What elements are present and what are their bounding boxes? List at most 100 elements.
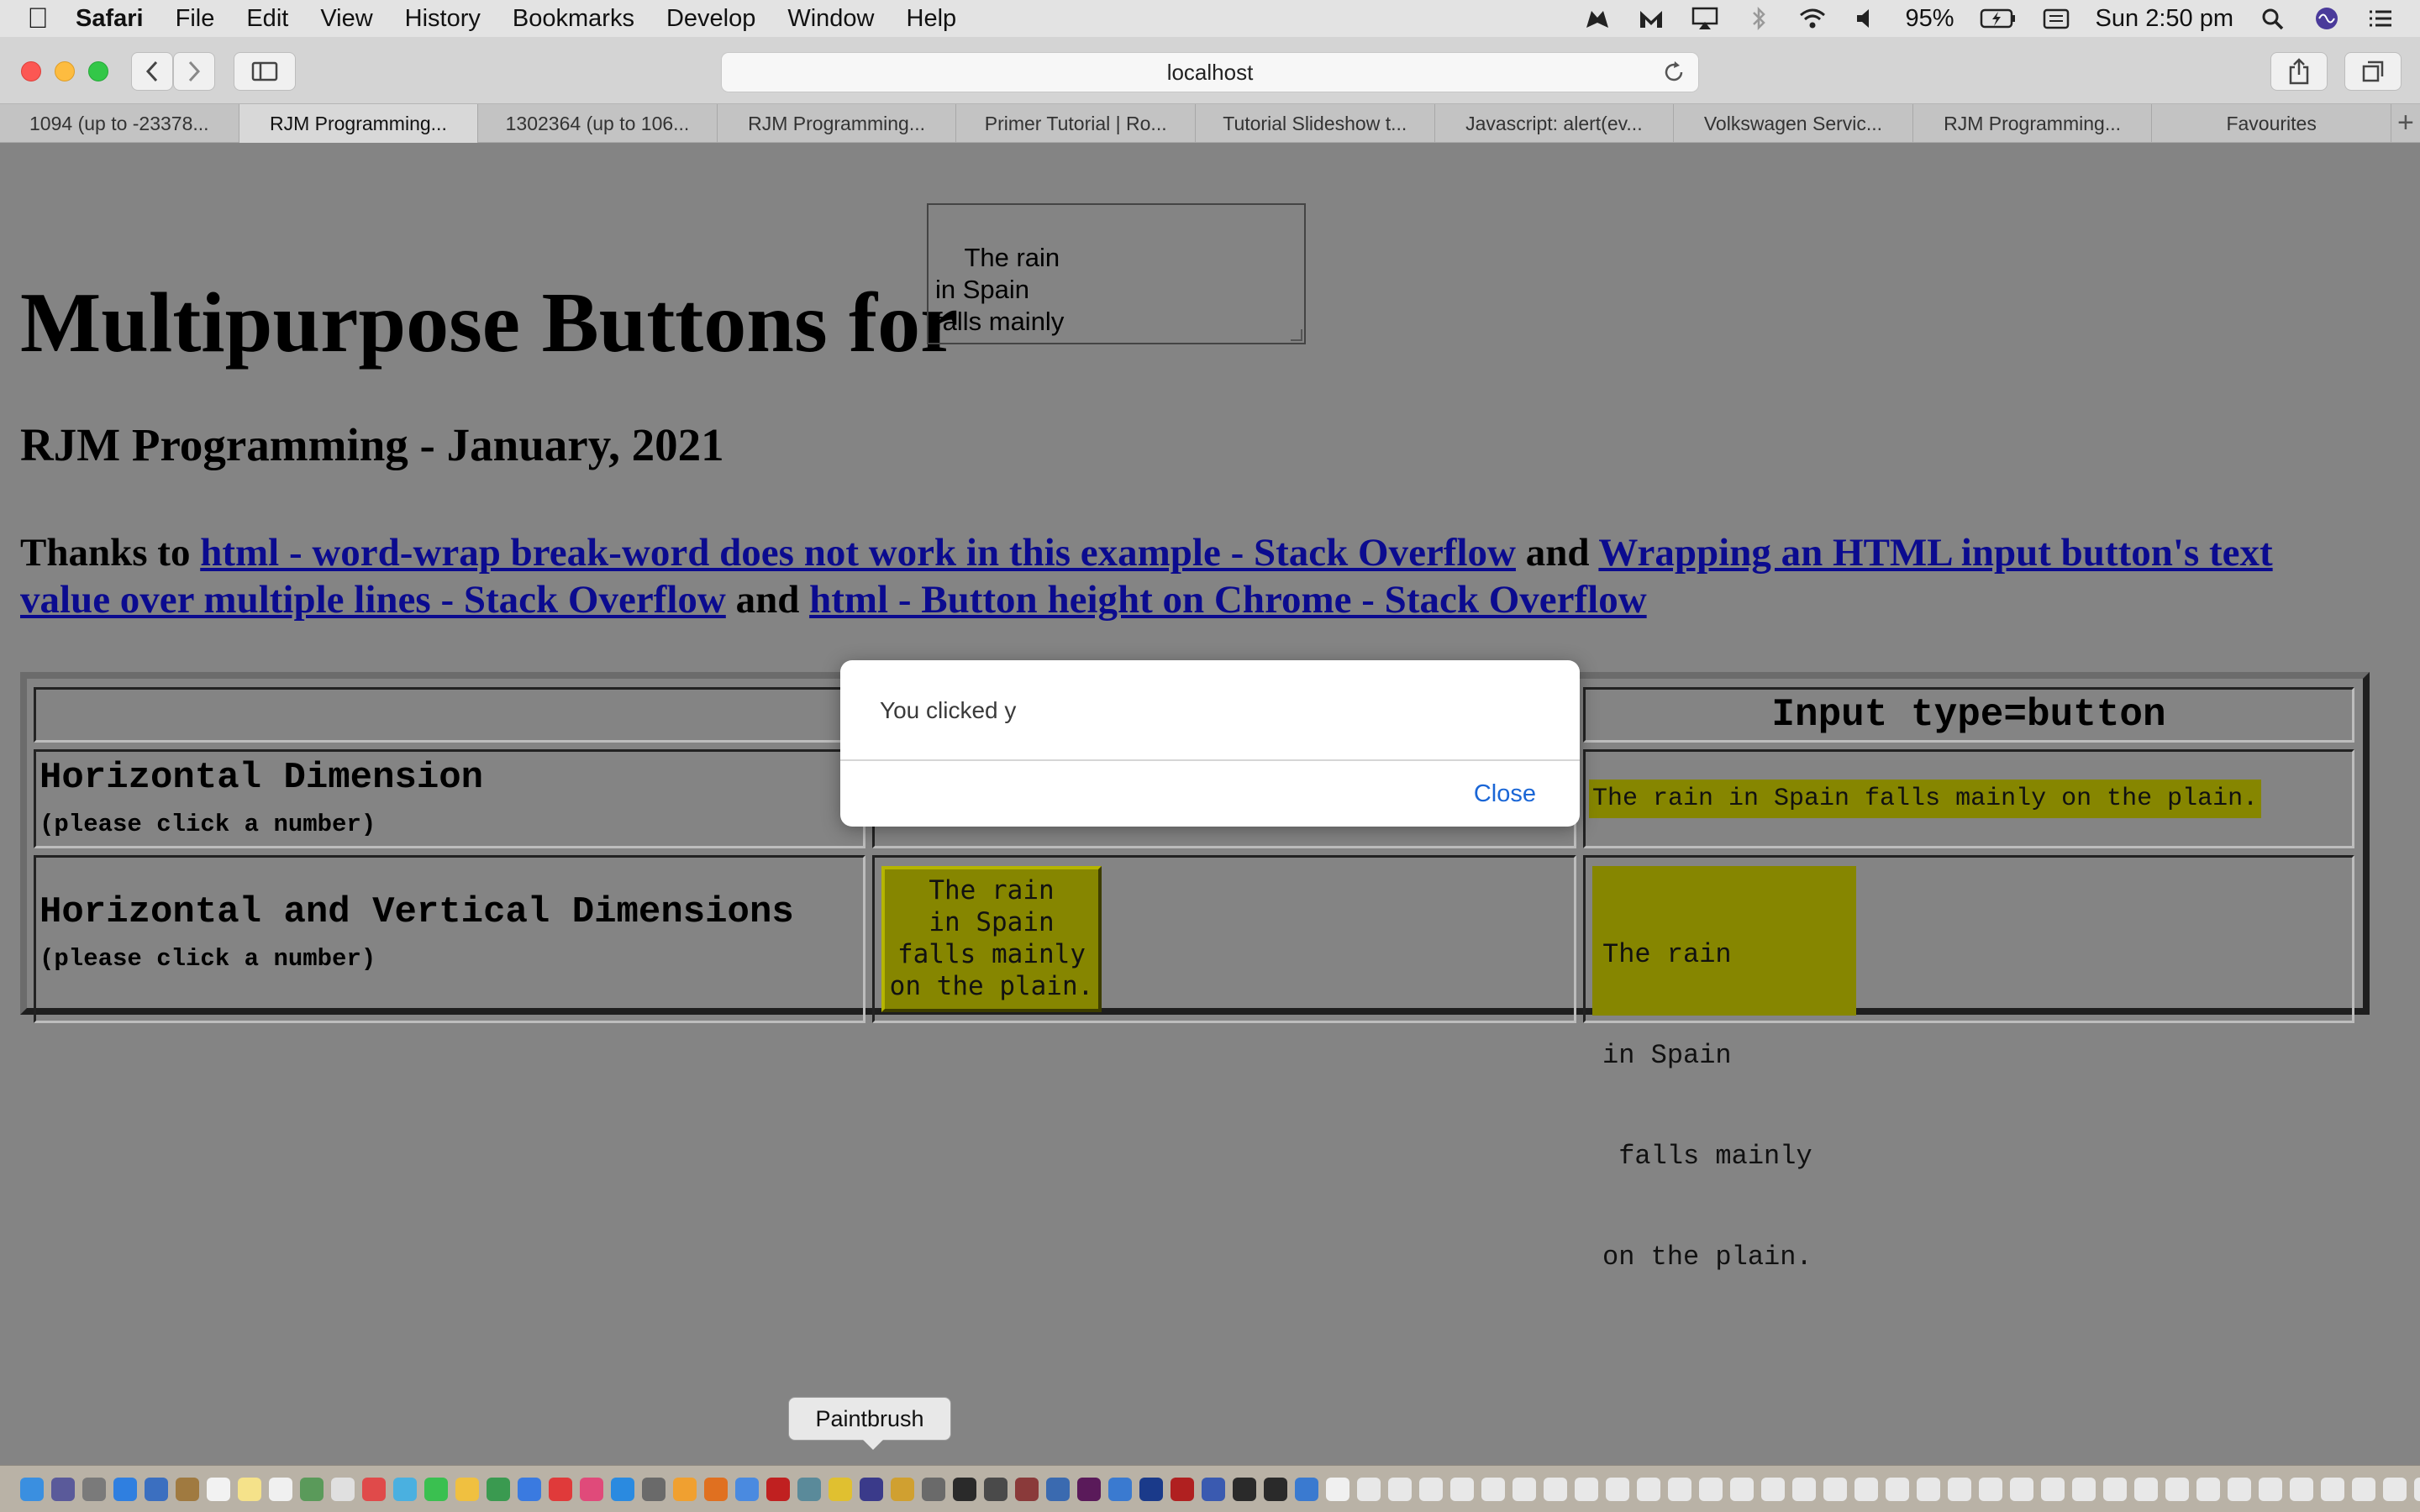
reload-icon[interactable] xyxy=(1661,60,1686,85)
r-icon[interactable] xyxy=(1046,1477,1070,1501)
app-icon-dark[interactable] xyxy=(984,1477,1007,1501)
link-button-height[interactable]: html - Button height on Chrome - Stack O… xyxy=(809,578,1647,622)
app-store-icon[interactable] xyxy=(611,1477,634,1501)
app-icon-gray[interactable] xyxy=(922,1477,945,1501)
tab-3[interactable]: 1302364 (up to 106... xyxy=(478,104,718,143)
safari-icon[interactable] xyxy=(113,1477,137,1501)
mail-icon[interactable] xyxy=(145,1477,168,1501)
tab-favourites[interactable]: Favourites xyxy=(2152,104,2391,143)
link-word-wrap[interactable]: html - word-wrap break-word does not wor… xyxy=(200,531,1516,575)
tab-8[interactable]: Volkswagen Servic... xyxy=(1674,104,1913,143)
app-icon-blue[interactable] xyxy=(1108,1477,1132,1501)
forward-button[interactable] xyxy=(173,52,215,91)
battery-percent[interactable]: 95% xyxy=(1906,5,1954,33)
document-icon-35[interactable] xyxy=(2383,1477,2407,1501)
app-icon-navy[interactable] xyxy=(1139,1477,1163,1501)
spotlight-search-icon[interactable] xyxy=(2259,6,2287,31)
airplay-icon[interactable] xyxy=(1691,6,1719,31)
alert-close-button[interactable]: Close xyxy=(1474,780,1536,808)
document-icon-29[interactable] xyxy=(2196,1477,2220,1501)
document-icon-15[interactable] xyxy=(1761,1477,1785,1501)
menubar-clock[interactable]: Sun 2:50 pm xyxy=(2096,5,2233,33)
document-icon-14[interactable] xyxy=(1730,1477,1754,1501)
document-icon-20[interactable] xyxy=(1917,1477,1940,1501)
app-icon-yellow[interactable] xyxy=(829,1477,852,1501)
filezilla-icon[interactable] xyxy=(1171,1477,1194,1501)
window-zoom-button[interactable] xyxy=(88,61,108,81)
firefox-icon[interactable] xyxy=(704,1477,728,1501)
keyboard-icon[interactable] xyxy=(2042,6,2070,31)
pages-icon[interactable] xyxy=(455,1477,479,1501)
volume-icon[interactable] xyxy=(1852,6,1881,31)
battery-icon[interactable] xyxy=(1980,6,2017,31)
chrome-icon[interactable] xyxy=(362,1477,386,1501)
siri-icon[interactable] xyxy=(2312,6,2341,31)
menu-bookmarks[interactable]: Bookmarks xyxy=(497,5,650,33)
document-icon-26[interactable] xyxy=(2103,1477,2127,1501)
document-icon-6[interactable] xyxy=(1481,1477,1505,1501)
document-icon-2[interactable] xyxy=(1357,1477,1381,1501)
malwarebytes-icon[interactable] xyxy=(1637,6,1665,31)
document-icon-10[interactable] xyxy=(1606,1477,1629,1501)
downloads-folder-icon[interactable] xyxy=(1295,1477,1318,1501)
app-icon-teal[interactable] xyxy=(797,1477,821,1501)
tab-2-active[interactable]: RJM Programming... xyxy=(239,104,479,143)
new-tab-button[interactable]: + xyxy=(2391,104,2420,142)
app-icon-f[interactable] xyxy=(1233,1477,1256,1501)
keynote-icon[interactable] xyxy=(518,1477,541,1501)
document-icon-28[interactable] xyxy=(2165,1477,2189,1501)
finder-icon[interactable] xyxy=(20,1477,44,1501)
contacts-icon[interactable] xyxy=(176,1477,199,1501)
document-icon-7[interactable] xyxy=(1512,1477,1536,1501)
apple-menu-icon[interactable]:  xyxy=(0,3,76,35)
document-icon-24[interactable] xyxy=(2041,1477,2065,1501)
photoshop-icon[interactable] xyxy=(860,1477,883,1501)
app-icon-orange[interactable] xyxy=(673,1477,697,1501)
numbers-icon[interactable] xyxy=(487,1477,510,1501)
rain-spain-button-wrapped[interactable]: The rain in Spain falls mainly on the pl… xyxy=(881,866,1102,1012)
document-icon-34[interactable] xyxy=(2352,1477,2375,1501)
document-icon-4[interactable] xyxy=(1419,1477,1443,1501)
tab-6[interactable]: Tutorial Slideshow t... xyxy=(1196,104,1435,143)
reminders-icon[interactable] xyxy=(269,1477,292,1501)
document-icon-17[interactable] xyxy=(1823,1477,1847,1501)
document-icon-9[interactable] xyxy=(1575,1477,1598,1501)
menu-help[interactable]: Help xyxy=(891,5,973,33)
sidebar-toggle-button[interactable] xyxy=(234,52,296,91)
share-button[interactable] xyxy=(2270,52,2328,91)
calendar-icon[interactable] xyxy=(207,1477,230,1501)
menu-view[interactable]: View xyxy=(304,5,388,33)
bluetooth-icon[interactable] xyxy=(1744,6,1773,31)
opera-icon[interactable] xyxy=(766,1477,790,1501)
document-icon-18[interactable] xyxy=(1854,1477,1878,1501)
window-close-button[interactable] xyxy=(21,61,41,81)
document-icon-27[interactable] xyxy=(2134,1477,2158,1501)
document-icon-12[interactable] xyxy=(1668,1477,1691,1501)
facetime-icon[interactable] xyxy=(424,1477,448,1501)
document-icon-30[interactable] xyxy=(2228,1477,2251,1501)
app-icon-black[interactable] xyxy=(1264,1477,1287,1501)
music-icon[interactable] xyxy=(580,1477,603,1501)
terminal-icon[interactable] xyxy=(953,1477,976,1501)
address-bar[interactable]: localhost xyxy=(721,52,1699,92)
xd-icon[interactable] xyxy=(1077,1477,1101,1501)
document-icon-3[interactable] xyxy=(1388,1477,1412,1501)
document-icon-11[interactable] xyxy=(1637,1477,1660,1501)
document-icon-5[interactable] xyxy=(1450,1477,1474,1501)
document-icon-13[interactable] xyxy=(1699,1477,1723,1501)
window-minimize-button[interactable] xyxy=(55,61,75,81)
document-icon-19[interactable] xyxy=(1886,1477,1909,1501)
photos-icon[interactable] xyxy=(331,1477,355,1501)
notes-icon[interactable] xyxy=(238,1477,261,1501)
document-icon-25[interactable] xyxy=(2072,1477,2096,1501)
text-input-area[interactable]: The rain in Spain falls mainly on the pl… xyxy=(927,203,1306,344)
rain-spain-input-button-wrapped[interactable]: The rain in Spain falls mainly on the pl… xyxy=(1592,866,1856,1273)
chrome-canary-icon[interactable] xyxy=(735,1477,759,1501)
document-icon-22[interactable] xyxy=(1979,1477,2002,1501)
launchpad-icon[interactable] xyxy=(82,1477,106,1501)
document-icon-16[interactable] xyxy=(1792,1477,1816,1501)
document-icon[interactable] xyxy=(1326,1477,1349,1501)
menu-edit[interactable]: Edit xyxy=(230,5,304,33)
rain-spain-input-button-horizontal[interactable]: The rain in Spain falls mainly on the pl… xyxy=(1589,780,2262,818)
menu-history[interactable]: History xyxy=(389,5,497,33)
